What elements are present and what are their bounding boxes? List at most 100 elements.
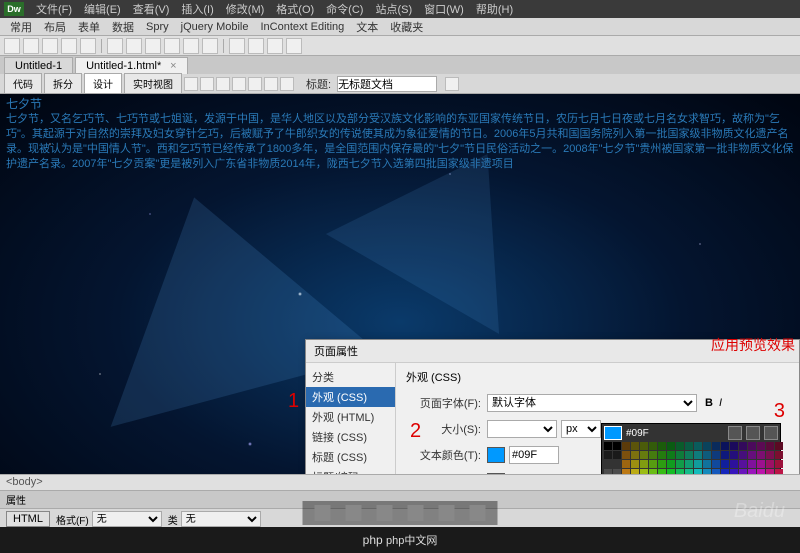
cat-appearance-html[interactable]: 外观 (HTML) <box>306 407 395 427</box>
color-cell[interactable] <box>685 460 693 468</box>
color-cell[interactable] <box>766 469 774 474</box>
color-cell[interactable] <box>757 442 765 450</box>
close-icon[interactable]: × <box>170 60 176 72</box>
italic-icon[interactable]: I <box>719 397 722 409</box>
view-live-button[interactable]: 实时视图 <box>124 73 182 94</box>
color-cell[interactable] <box>640 442 648 450</box>
color-cell[interactable] <box>721 469 729 474</box>
color-cell[interactable] <box>730 469 738 474</box>
color-cell[interactable] <box>649 442 657 450</box>
color-cell[interactable] <box>712 442 720 450</box>
color-cell[interactable] <box>658 442 666 450</box>
color-cell[interactable] <box>658 469 666 474</box>
color-cell[interactable] <box>712 451 720 459</box>
color-cell[interactable] <box>766 442 774 450</box>
menu-modify[interactable]: 修改(M) <box>220 1 271 17</box>
div-icon[interactable] <box>80 38 96 54</box>
server-icon[interactable] <box>183 38 199 54</box>
bg-color-swatch[interactable] <box>487 473 505 474</box>
color-cell[interactable] <box>721 442 729 450</box>
color-cell[interactable] <box>667 460 675 468</box>
text-color-input[interactable] <box>509 446 559 464</box>
templates-icon[interactable] <box>267 38 283 54</box>
format-select[interactable]: 无 <box>92 511 162 527</box>
color-cell[interactable] <box>613 442 621 450</box>
image-icon[interactable] <box>107 38 123 54</box>
tb-common[interactable]: 常用 <box>4 19 38 35</box>
color-cell[interactable] <box>721 460 729 468</box>
tag-selector[interactable]: <body> <box>6 476 43 488</box>
menu-window[interactable]: 窗口(W) <box>418 1 470 17</box>
color-cell[interactable] <box>622 460 630 468</box>
color-cell[interactable] <box>676 460 684 468</box>
color-cell[interactable] <box>766 451 774 459</box>
color-cell[interactable] <box>631 460 639 468</box>
color-cell[interactable] <box>694 469 702 474</box>
color-cell[interactable] <box>748 469 756 474</box>
color-cell[interactable] <box>703 442 711 450</box>
tb-spry[interactable]: Spry <box>140 21 175 33</box>
color-cell[interactable] <box>676 469 684 474</box>
text-color-swatch[interactable] <box>487 447 505 463</box>
color-cell[interactable] <box>604 469 612 474</box>
menu-file[interactable]: 文件(F) <box>30 1 78 17</box>
color-cell[interactable] <box>712 460 720 468</box>
comment-icon[interactable] <box>202 38 218 54</box>
tb-layout[interactable]: 布局 <box>38 19 72 35</box>
tb-incontext[interactable]: InContext Editing <box>254 21 350 33</box>
color-cell[interactable] <box>658 451 666 459</box>
live-code-icon[interactable] <box>200 77 214 91</box>
color-cell[interactable] <box>622 451 630 459</box>
tb-text[interactable]: 文本 <box>350 19 384 35</box>
color-cell[interactable] <box>775 460 783 468</box>
color-cell[interactable] <box>613 460 621 468</box>
design-canvas[interactable]: 七夕节 七夕节，又名乞巧节、七巧节或七姐诞，发源于中国，是华人地区以及部分受汉族… <box>0 94 800 474</box>
color-cell[interactable] <box>730 442 738 450</box>
color-cell[interactable] <box>604 442 612 450</box>
color-cell[interactable] <box>685 451 693 459</box>
tb-jquery[interactable]: jQuery Mobile <box>175 21 255 33</box>
color-cell[interactable] <box>739 469 747 474</box>
color-cell[interactable] <box>766 460 774 468</box>
html-mode-button[interactable]: HTML <box>6 511 50 527</box>
eyedropper-icon[interactable] <box>746 426 760 440</box>
color-cell[interactable] <box>613 469 621 474</box>
color-cell[interactable] <box>703 460 711 468</box>
menu-view[interactable]: 查看(V) <box>127 1 176 17</box>
check-icon[interactable] <box>445 77 459 91</box>
color-cell[interactable] <box>721 451 729 459</box>
color-cell[interactable] <box>748 442 756 450</box>
menu-site[interactable]: 站点(S) <box>369 1 418 17</box>
menu-commands[interactable]: 命令(C) <box>320 1 369 17</box>
color-cell[interactable] <box>676 442 684 450</box>
refresh-icon[interactable] <box>216 77 230 91</box>
color-cell[interactable] <box>667 451 675 459</box>
cat-headings-css[interactable]: 标题 (CSS) <box>306 447 395 467</box>
color-cell[interactable] <box>631 451 639 459</box>
menu-format[interactable]: 格式(O) <box>270 1 320 17</box>
color-cell[interactable] <box>757 451 765 459</box>
options-icon[interactable] <box>280 77 294 91</box>
debug-icon[interactable] <box>264 77 278 91</box>
color-cell[interactable] <box>622 442 630 450</box>
color-cell[interactable] <box>694 442 702 450</box>
color-cell[interactable] <box>658 460 666 468</box>
color-cell[interactable] <box>775 469 783 474</box>
table-icon[interactable] <box>61 38 77 54</box>
color-grid[interactable] <box>604 442 778 474</box>
color-cell[interactable] <box>775 451 783 459</box>
title-input[interactable] <box>337 76 437 92</box>
email-icon[interactable] <box>23 38 39 54</box>
file-mgmt-icon[interactable] <box>232 77 246 91</box>
date-icon[interactable] <box>164 38 180 54</box>
color-cell[interactable] <box>757 460 765 468</box>
color-cell[interactable] <box>694 460 702 468</box>
size-select[interactable] <box>487 420 557 438</box>
cat-title-encoding[interactable]: 标题/编码 <box>306 467 395 474</box>
class-select[interactable]: 无 <box>181 511 261 527</box>
color-cell[interactable] <box>775 442 783 450</box>
cat-links-css[interactable]: 链接 (CSS) <box>306 427 395 447</box>
color-cell[interactable] <box>649 460 657 468</box>
cat-appearance-css[interactable]: 外观 (CSS) <box>306 387 395 407</box>
view-design-button[interactable]: 设计 <box>84 73 122 94</box>
